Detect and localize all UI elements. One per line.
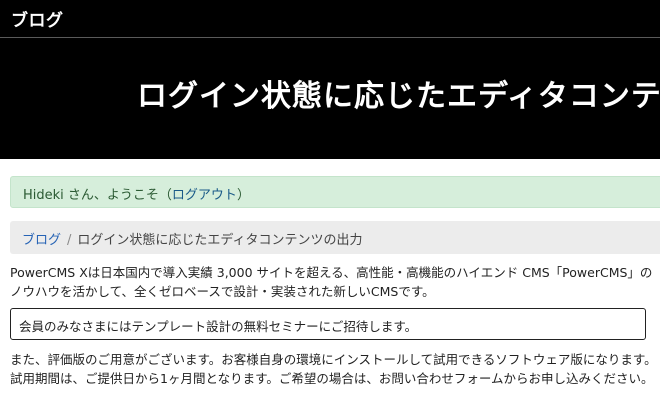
hero-banner: ログイン状態に応じたエディタコンテンツの出力 — [0, 38, 660, 159]
page-title: ログイン状態に応じたエディタコンテンツの出力 — [137, 79, 660, 114]
intro-paragraph: PowerCMS Xは日本国内で導入実績 3,000 サイトを超える、高性能・高… — [10, 265, 653, 299]
site-title-link[interactable]: ブログ — [11, 6, 64, 31]
trial-paragraph: また、評価版のご用意がございます。お客様自身の環境にインストールして試用できるソ… — [10, 352, 657, 386]
member-notice-box: 会員のみなさまにはテンプレート設計の無料セミナーにご招待します。 — [10, 308, 646, 340]
breadcrumb: ブログ / ログイン状態に応じたエディタコンテンツの出力 — [10, 221, 660, 254]
breadcrumb-separator: / — [67, 233, 72, 248]
logout-link[interactable]: ログアウト — [172, 188, 237, 203]
login-status-alert: Hideki さん、ようこそ（ログアウト） — [10, 176, 660, 208]
site-header: ブログ — [0, 0, 660, 38]
breadcrumb-current: ログイン状態に応じたエディタコンテンツの出力 — [77, 233, 363, 248]
breadcrumb-home-link[interactable]: ブログ — [22, 233, 61, 248]
welcome-message: Hideki さん、ようこそ（ — [23, 188, 172, 203]
welcome-close-paren: ） — [236, 188, 250, 203]
